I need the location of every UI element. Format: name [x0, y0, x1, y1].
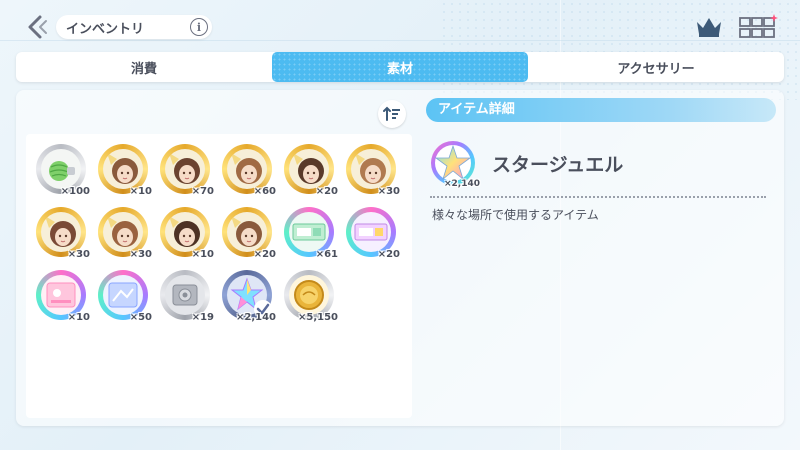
melon-icon [41, 149, 81, 189]
item-count: ×61 [315, 249, 338, 260]
inventory-item[interactable]: ×5,150 [284, 270, 338, 324]
menu-grid-icon[interactable] [738, 14, 778, 40]
silver-coin-pouch-icon [165, 275, 205, 315]
item-count: ×5,150 [297, 312, 338, 323]
detail-item-name: スタージュエル [492, 154, 624, 176]
inventory-item[interactable]: ×50 [98, 270, 152, 324]
item-detail-header: アイテム詳細 [426, 98, 776, 122]
item-count: ×10 [129, 186, 152, 197]
ticket-green-icon [289, 212, 329, 252]
card-blue-icon [103, 275, 143, 315]
inventory-item[interactable]: ×30 [36, 207, 90, 261]
inventory-item[interactable]: ×20 [284, 144, 338, 198]
item-count: ×70 [191, 186, 214, 197]
info-icon[interactable]: i [190, 18, 208, 36]
category-tabs: 消費 素材 アクセサリー [16, 52, 784, 82]
character-piece-7-icon [103, 212, 143, 252]
inventory-item[interactable]: ×20 [222, 207, 276, 261]
item-count: ×30 [67, 249, 90, 260]
card-pink-icon [41, 275, 81, 315]
inventory-item[interactable]: ×60 [222, 144, 276, 198]
tab-materials[interactable]: 素材 [272, 52, 528, 82]
detail-divider [430, 196, 766, 198]
item-count: ×10 [191, 249, 214, 260]
character-piece-1-icon [103, 149, 143, 189]
item-count: ×10 [67, 312, 90, 323]
character-piece-6-icon [41, 212, 81, 252]
tab-accessories[interactable]: アクセサリー [528, 52, 784, 82]
detail-item-description: 様々な場所で使用するアイテム [432, 208, 599, 222]
inventory-item[interactable]: ×10 [36, 270, 90, 324]
character-piece-4-icon [289, 149, 329, 189]
item-count: ×60 [253, 186, 276, 197]
inventory-item[interactable]: ×2,140 [222, 270, 276, 324]
item-count: ×20 [377, 249, 400, 260]
inventory-item[interactable]: ×10 [98, 144, 152, 198]
character-piece-5-icon [351, 149, 391, 189]
gold-coin-icon [289, 275, 329, 315]
inventory-item[interactable]: ×10 [160, 207, 214, 261]
inventory-item[interactable]: ×19 [160, 270, 214, 324]
character-piece-9-icon [227, 212, 267, 252]
inventory-grid: ×100 ×10 ×70 ×60 ×20 ×30 ×30 ×30 ×10 ×20 ×61 ×20 ×10… [26, 134, 412, 418]
inventory-item[interactable]: ×30 [346, 144, 400, 198]
item-count: ×20 [253, 249, 276, 260]
ticket-purple-icon [351, 212, 391, 252]
character-piece-3-icon [227, 149, 267, 189]
crown-icon[interactable] [694, 14, 724, 38]
inventory-item[interactable]: ×70 [160, 144, 214, 198]
item-count: ×19 [191, 312, 214, 323]
inventory-item[interactable]: ×100 [36, 144, 90, 198]
item-count: ×50 [129, 312, 152, 323]
back-button[interactable] [24, 13, 52, 41]
character-piece-2-icon [165, 149, 205, 189]
detail-item-count: ×2,140 [444, 179, 481, 189]
inventory-item[interactable]: ×20 [346, 207, 400, 261]
inventory-item[interactable]: ×61 [284, 207, 338, 261]
character-piece-8-icon [165, 212, 205, 252]
tab-consumables[interactable]: 消費 [16, 52, 272, 82]
inventory-item[interactable]: ×30 [98, 207, 152, 261]
item-count: ×30 [377, 186, 400, 197]
item-count: ×100 [60, 186, 90, 197]
sort-button[interactable] [378, 100, 406, 128]
page-title-label: インベントリ [66, 21, 145, 37]
back-arrow-icon [28, 15, 47, 39]
item-count: ×20 [315, 186, 338, 197]
item-count: ×30 [129, 249, 152, 260]
item-count: ×2,140 [235, 312, 276, 323]
sort-icon [383, 106, 400, 121]
page-title: インベントリ i [56, 15, 212, 39]
